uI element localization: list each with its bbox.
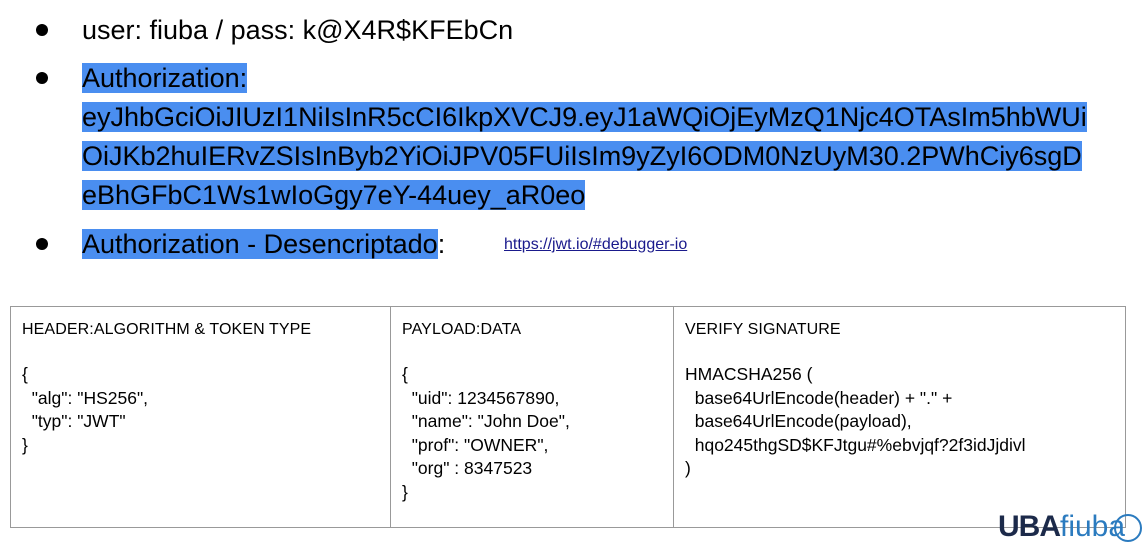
credentials-text: user: fiuba / pass: k@X4R$KFEbCn [82,15,514,45]
jwt-table: HEADER:ALGORITHM & TOKEN TYPE { "alg": "… [10,306,1126,528]
code-line: } [22,434,28,455]
uba-fiuba-logo: UBAfiuba [998,512,1125,538]
signature-cell: VERIFY SIGNATURE HMACSHA256 ( base64UrlE… [673,306,1126,528]
code-line: } [402,481,408,502]
payload-title: PAYLOAD:DATA [402,321,522,338]
jwt-debugger-link[interactable]: https://jwt.io/#debugger-io [504,236,687,254]
token-line: eBhGFbC1Ws1wIoGgy7eY-44uey_aR0eo [82,176,586,214]
token-line: eyJhbGciOiJIUzI1NiIsInR5cCI6IkpXVCJ9.eyJ… [82,98,1087,136]
code-line: { [402,364,408,384]
token-line: OiJKb2huIERvZSIsInByb2YiOiJPV05FUiIsIm9y… [82,137,1082,175]
signature-title: VERIFY SIGNATURE [685,321,841,338]
authorization-label-text: Authorization: [82,63,248,93]
bullet-dot [36,72,48,84]
code-line: { [22,364,28,384]
token-line-text: OiJKb2huIERvZSIsInByb2YiOiJPV05FUiIsIm9y… [82,141,1082,171]
code-line: hqo245thgSD$KFJtgu#%ebvjqf?2f3idJjdivl [685,434,1026,455]
code-line: "prof": "OWNER", [402,434,549,455]
decoded-label-text: Authorization - Desencriptado [82,229,438,259]
code-line: "typ": "JWT" [22,411,126,431]
logo-uba-text: UBA [998,512,1061,538]
code-line: base64UrlEncode(header) + "." + [685,387,953,408]
payload-cell: PAYLOAD:DATA { "uid": 1234567890, "name"… [390,306,674,528]
decoded-colon: : [437,229,446,259]
code-line: ) [685,458,691,478]
code-line: "alg": "HS256", [22,387,149,408]
token-line-text: eyJhbGciOiJIUzI1NiIsInR5cCI6IkpXVCJ9.eyJ… [82,102,1087,132]
authorization-label: Authorization: [82,59,248,97]
code-line: base64UrlEncode(payload), [685,411,912,431]
bullet-dot [36,24,48,36]
header-cell: HEADER:ALGORITHM & TOKEN TYPE { "alg": "… [10,306,391,528]
code-line: "name": "John Doe", [402,411,570,431]
token-line-text: eBhGFbC1Ws1wIoGgy7eY-44uey_aR0eo [82,180,586,210]
code-line: HMACSHA256 ( [685,364,813,384]
bullet-dot [36,238,48,250]
code-line: "uid": 1234567890, [402,387,560,408]
decoded-label: Authorization - Desencriptado: [82,225,445,263]
code-line: "org" : 8347523 [402,458,533,478]
header-title: HEADER:ALGORITHM & TOKEN TYPE [22,321,312,338]
